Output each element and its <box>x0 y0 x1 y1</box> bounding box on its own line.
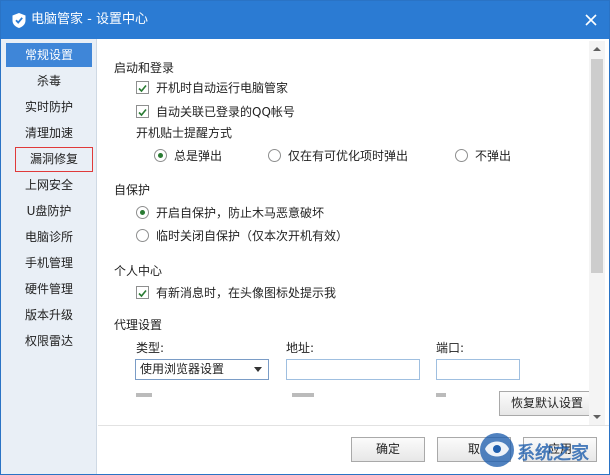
sidebar-item-web-security[interactable]: 上网安全 <box>1 173 97 197</box>
sidebar-item-permission-radar[interactable]: 权限雷达 <box>1 329 97 353</box>
tip-option-always-radio[interactable] <box>154 149 167 162</box>
self-protect-on-label: 开启自保护，防止木马恶意破坏 <box>156 206 325 220</box>
settings-sidebar: 常规设置 杀毒 实时防护 清理加速 漏洞修复 上网安全 U盘防护 电脑诊所 手机… <box>1 39 97 474</box>
close-button[interactable] <box>579 8 603 32</box>
watermark-text: 系统之家 <box>517 443 589 464</box>
restore-defaults-button[interactable]: 恢复默认设置 <box>499 391 595 416</box>
tip-option-never-radio[interactable] <box>455 149 468 162</box>
proxy-type-value: 使用浏览器设置 <box>140 362 225 376</box>
scroll-thumb[interactable] <box>591 59 603 273</box>
section-self-protect-heading: 自保护 <box>114 183 151 197</box>
sidebar-item-usb-protection[interactable]: U盘防护 <box>1 199 97 223</box>
ok-button[interactable]: 确定 <box>351 437 425 462</box>
tip-option-always-label: 总是弹出 <box>174 149 223 163</box>
auto-link-qq-label: 自动关联已登录的QQ帐号 <box>156 105 295 119</box>
sidebar-item-realtime-protection[interactable]: 实时防护 <box>1 95 97 119</box>
proxy-address-input[interactable] <box>286 359 420 380</box>
settings-window: 电脑管家 - 设置中心 常规设置 杀毒 实时防护 清理加速 漏洞修复 上网安全 … <box>0 0 610 475</box>
checkmark-icon <box>138 84 147 93</box>
proxy-port-label: 端口: <box>436 341 465 355</box>
section-proxy-heading: 代理设置 <box>114 318 163 332</box>
notify-checkbox[interactable] <box>136 286 149 299</box>
cut-off-row <box>114 391 514 399</box>
section-startup-heading: 启动和登录 <box>114 61 175 75</box>
sidebar-item-vulnerability-fix[interactable]: 漏洞修复 <box>15 147 93 172</box>
tip-mode-heading: 开机贴士提醒方式 <box>136 126 233 140</box>
tip-option-when-optimizable-radio[interactable] <box>268 149 281 162</box>
auto-run-label: 开机时自动运行电脑管家 <box>156 81 289 95</box>
tip-option-when-optimizable-label: 仅在有可优化项时弹出 <box>288 149 409 163</box>
notify-label: 有新消息时，在头像图标处提示我 <box>156 286 337 300</box>
close-icon <box>585 14 597 26</box>
site-watermark: 系统之家 <box>475 429 605 471</box>
window-title: 电脑管家 - 设置中心 <box>31 12 148 27</box>
proxy-type-select[interactable]: 使用浏览器设置 <box>135 359 269 380</box>
auto-run-checkbox[interactable] <box>136 81 149 94</box>
proxy-address-label: 地址: <box>286 341 315 355</box>
sidebar-item-phone-management[interactable]: 手机管理 <box>1 251 97 275</box>
self-protect-off-radio[interactable] <box>136 229 149 242</box>
sidebar-item-general[interactable]: 常规设置 <box>6 43 92 67</box>
title-bar[interactable]: 电脑管家 - 设置中心 <box>1 1 609 39</box>
checkmark-icon <box>138 289 147 298</box>
sidebar-item-antivirus[interactable]: 杀毒 <box>1 69 97 93</box>
proxy-port-input[interactable] <box>436 359 520 380</box>
footer-divider <box>98 425 609 426</box>
self-protect-on-radio[interactable] <box>136 206 149 219</box>
scroll-down-arrow-icon[interactable] <box>589 409 605 425</box>
dropdown-arrow-icon <box>254 367 262 372</box>
checkmark-icon <box>138 108 147 117</box>
scroll-up-arrow-icon[interactable] <box>589 41 605 57</box>
settings-content: 启动和登录 开机时自动运行电脑管家 自动关联已登录的QQ帐号 开机贴士提醒方式 … <box>98 39 578 425</box>
sidebar-item-cleanup[interactable]: 清理加速 <box>1 121 97 145</box>
shield-logo-icon <box>11 12 27 29</box>
section-personal-heading: 个人中心 <box>114 264 163 278</box>
self-protect-off-label: 临时关闭自保护（仅本次开机有效） <box>156 229 349 243</box>
proxy-type-label: 类型: <box>136 341 165 355</box>
sidebar-item-hardware-management[interactable]: 硬件管理 <box>1 277 97 301</box>
sidebar-item-version-upgrade[interactable]: 版本升级 <box>1 303 97 327</box>
content-scrollbar[interactable] <box>589 41 605 425</box>
sidebar-item-pc-clinic[interactable]: 电脑诊所 <box>1 225 97 249</box>
auto-link-qq-checkbox[interactable] <box>136 105 149 118</box>
tip-option-never-label: 不弹出 <box>475 149 512 163</box>
